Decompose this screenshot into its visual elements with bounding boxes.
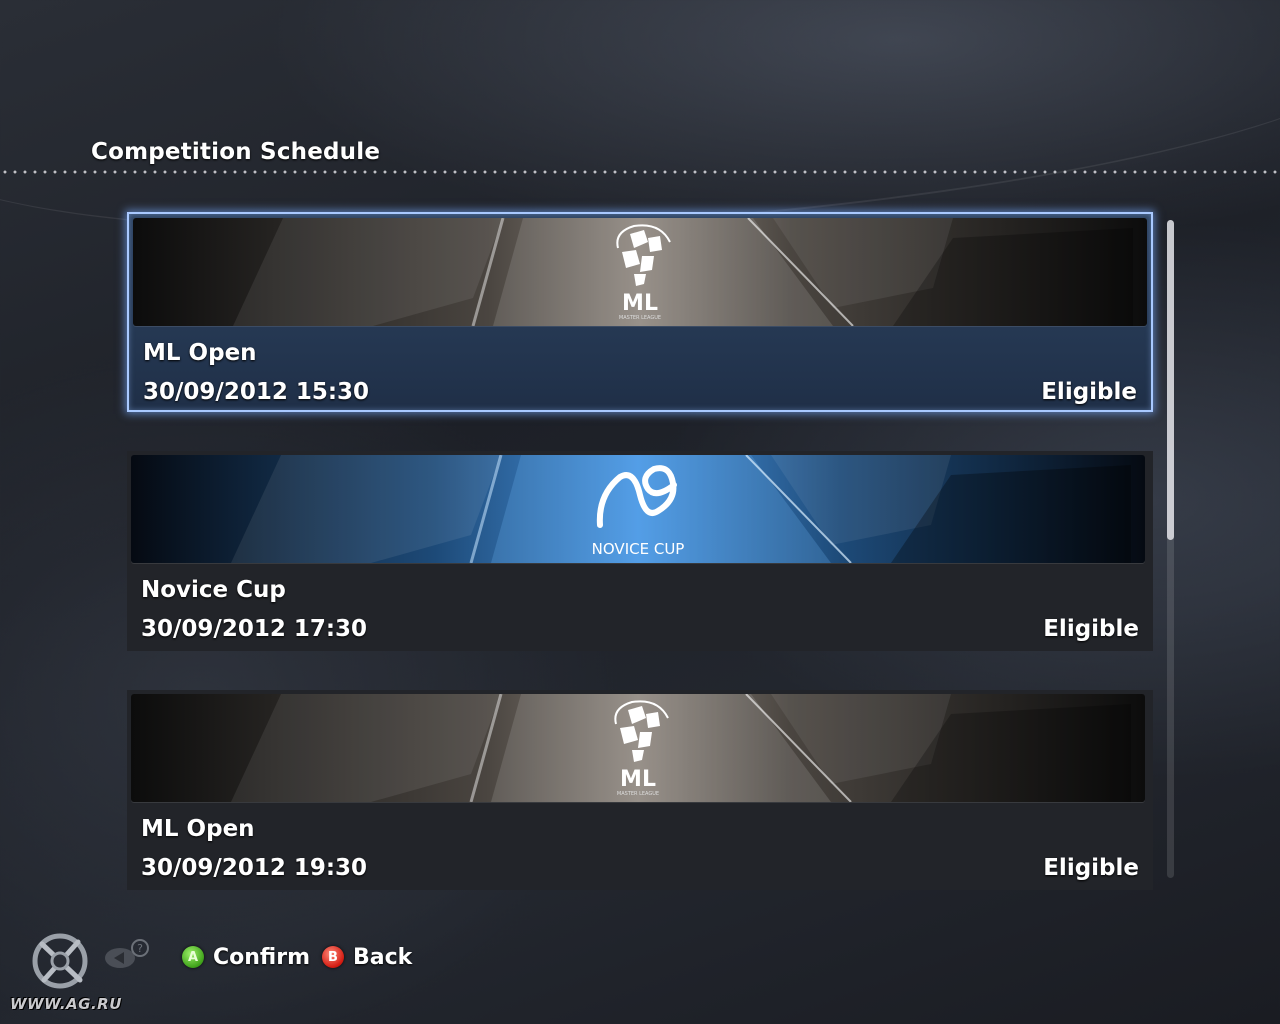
competition-card[interactable]: ML MASTER LEAGUE ML Open 30/09/2012 19:3…	[127, 690, 1153, 890]
competition-status: Eligible	[1043, 616, 1139, 642]
svg-text:ML: ML	[622, 291, 658, 316]
confirm-hint[interactable]: A Confirm	[182, 945, 310, 970]
competition-name: ML Open	[143, 340, 257, 366]
watermark: WWW.AG.RU	[10, 995, 122, 1013]
svg-text:MASTER LEAGUE: MASTER LEAGUE	[617, 791, 659, 797]
competition-name: Novice Cup	[141, 577, 286, 603]
svg-text:ML: ML	[620, 767, 656, 792]
competition-list: ML MASTER LEAGUE ML Open 30/09/2012 15:3…	[0, 0, 1280, 1024]
competition-card[interactable]: ML MASTER LEAGUE ML Open 30/09/2012 15:3…	[127, 212, 1153, 412]
competition-status: Eligible	[1041, 379, 1137, 405]
competition-name: ML Open	[141, 816, 255, 842]
competition-datetime: 30/09/2012 19:30	[141, 855, 368, 881]
controller-info-icon: ?	[102, 938, 154, 978]
back-label: Back	[353, 944, 413, 970]
novice-cup-banner-text: NOVICE CUP	[592, 540, 685, 558]
competition-banner-novice: NOVICE CUP	[131, 455, 1145, 563]
button-hints: A Confirm B Back	[182, 941, 416, 973]
b-button-icon: B	[322, 946, 345, 968]
svg-text:MASTER LEAGUE: MASTER LEAGUE	[619, 315, 661, 321]
confirm-label: Confirm	[213, 944, 311, 970]
a-button-icon: A	[182, 946, 204, 968]
scrollbar-thumb[interactable]	[1167, 220, 1174, 540]
competition-datetime: 30/09/2012 17:30	[141, 616, 368, 642]
scrollbar[interactable]	[1167, 220, 1174, 878]
competition-banner-ml: ML MASTER LEAGUE	[133, 218, 1147, 326]
competition-status: Eligible	[1043, 855, 1139, 881]
competition-datetime: 30/09/2012 15:30	[143, 379, 370, 405]
back-hint[interactable]: B Back	[322, 945, 412, 970]
ag-logo-icon	[30, 930, 92, 996]
competition-banner-ml: ML MASTER LEAGUE	[131, 694, 1145, 802]
competition-card[interactable]: NOVICE CUP Novice Cup 30/09/2012 17:30 E…	[127, 451, 1153, 651]
svg-text:?: ?	[137, 942, 143, 955]
